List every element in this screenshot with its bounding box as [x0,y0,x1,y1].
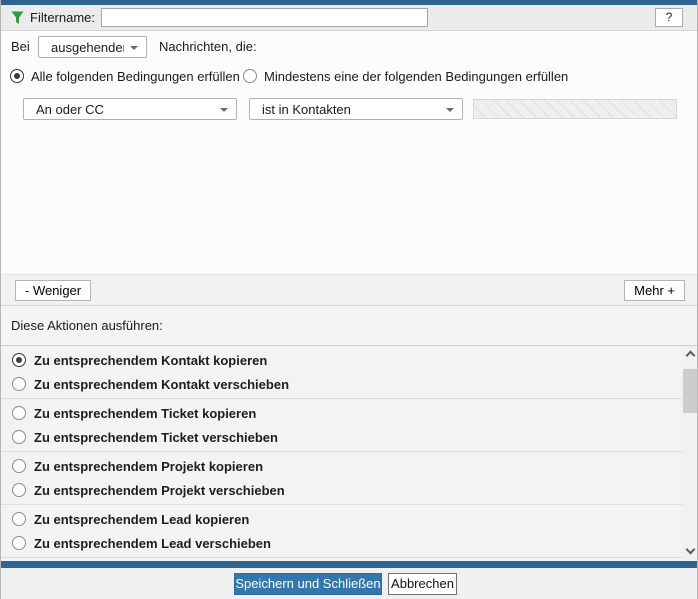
condition-operator-dropdown[interactable]: ist in Kontakten [249,98,463,120]
nachrichten-label: Nachrichten, die: [159,36,257,58]
condition-field-dropdown[interactable]: An oder CC [23,98,237,120]
action-option-label: Zu entsprechendem Lead verschieben [34,536,271,551]
action-option[interactable]: Zu entsprechendem Ticket kopieren [1,401,698,425]
condition-value-field-disabled [473,99,677,119]
bottom-accent-bar [1,561,698,568]
filtername-label: Filtername: [30,5,95,30]
radio-button[interactable] [12,483,26,497]
action-option-label: Zu entsprechendem Ticket verschieben [34,430,278,445]
chevron-up-icon [686,351,696,361]
actions-list: Zu entsprechendem Kontakt kopieren Zu en… [1,345,698,561]
action-option-label: Zu entsprechendem Kontakt kopieren [34,353,267,368]
filter-icon [11,11,24,25]
cancel-button[interactable]: Abbrechen [388,573,457,595]
chevron-down-icon [686,545,696,555]
more-button[interactable]: Mehr + [624,280,685,301]
action-option[interactable]: Zu entsprechendem Projekt verschieben [1,478,698,502]
action-group-ticket: Zu entsprechendem Ticket kopieren Zu ent… [1,399,698,452]
chevron-down-icon [220,108,228,112]
action-group-kontakt: Zu entsprechendem Kontakt kopieren Zu en… [1,346,698,399]
radio-button[interactable] [243,69,257,83]
match-option-label: Alle folgenden Bedingungen erfüllen [31,69,240,84]
condition-operator-value: ist in Kontakten [262,102,351,117]
vertical-scrollbar[interactable] [682,346,698,561]
direction-dropdown-value: ausgehenden [51,40,124,55]
action-option-label: Zu entsprechendem Kontakt verschieben [34,377,289,392]
less-button[interactable]: - Weniger [15,280,91,301]
radio-button[interactable] [10,69,24,83]
radio-button[interactable] [12,377,26,391]
radio-button[interactable] [12,430,26,444]
radio-button[interactable] [12,512,26,526]
action-option[interactable]: Zu entsprechendem Lead kopieren [1,507,698,531]
action-group-lead: Zu entsprechendem Lead kopieren Zu entsp… [1,505,698,558]
action-option[interactable]: Zu entsprechendem Ticket verschieben [1,425,698,449]
filter-dialog: Filtername: ? Bei ausgehenden Nachrichte… [0,0,698,599]
radio-button[interactable] [12,406,26,420]
match-option-any[interactable]: Mindestens eine der folgenden Bedingunge… [243,68,568,84]
chevron-down-icon [446,108,454,112]
footer: Speichern und Schließen Abbrechen [1,568,698,599]
bei-label: Bei [11,36,30,58]
match-option-all[interactable]: Alle folgenden Bedingungen erfüllen [10,68,240,84]
action-option-label: Zu entsprechendem Projekt kopieren [34,459,263,474]
scrollbar-thumb[interactable] [683,369,698,413]
action-option[interactable]: Zu entsprechendem Lead verschieben [1,531,698,555]
condition-controls-band: - Weniger Mehr + [1,274,698,306]
radio-button[interactable] [12,536,26,550]
action-option[interactable]: Zu entsprechendem Projekt kopieren [1,454,698,478]
condition-field-value: An oder CC [36,102,104,117]
action-group-projekt: Zu entsprechendem Projekt kopieren Zu en… [1,452,698,505]
filtername-row: Filtername: ? [1,5,698,31]
action-option-label: Zu entsprechendem Ticket kopieren [34,406,256,421]
scroll-up-button[interactable] [682,346,698,363]
action-option-label: Zu entsprechendem Lead kopieren [34,512,249,527]
scroll-down-button[interactable] [682,543,698,560]
action-option[interactable]: Zu entsprechendem Kontakt kopieren [1,348,698,372]
action-option-label: Zu entsprechendem Projekt verschieben [34,483,285,498]
action-option[interactable]: Zu entsprechendem Kontakt verschieben [1,372,698,396]
radio-button[interactable] [12,459,26,473]
match-option-label: Mindestens eine der folgenden Bedingunge… [264,69,568,84]
chevron-down-icon [130,46,138,50]
filtername-input[interactable] [101,8,428,27]
actions-title: Diese Aktionen ausführen: [11,318,163,333]
actions-section-header: Diese Aktionen ausführen: [1,306,698,345]
direction-dropdown[interactable]: ausgehenden [38,36,147,58]
radio-button[interactable] [12,353,26,367]
save-and-close-button[interactable]: Speichern und Schließen [234,573,382,595]
help-button[interactable]: ? [655,8,683,27]
